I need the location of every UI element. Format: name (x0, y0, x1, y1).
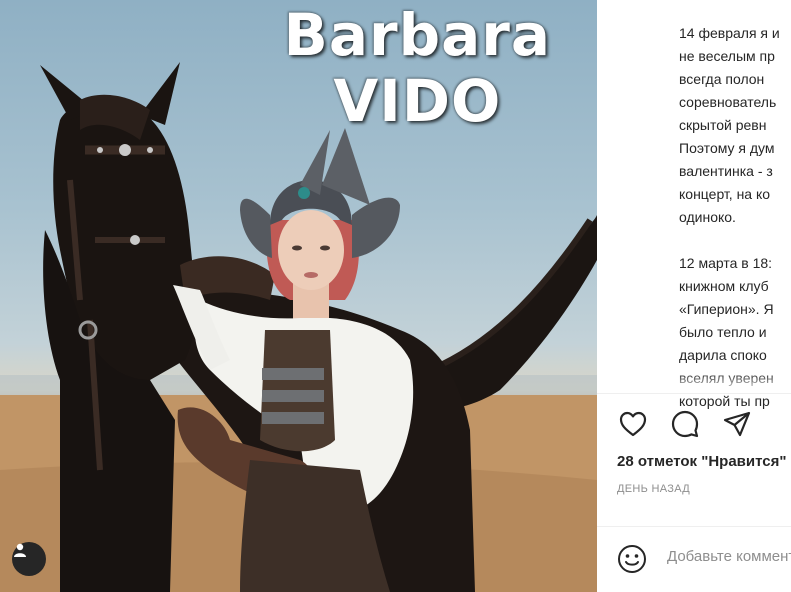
caption-line: дарила споко (679, 347, 767, 363)
post-caption: 14 февраля я и не веселым пр всегда поло… (679, 22, 791, 413)
divider (597, 393, 791, 394)
caption-line: Поэтому я дум (679, 140, 775, 156)
action-bar (617, 408, 753, 440)
user-tag-icon (14, 543, 26, 557)
like-button[interactable] (617, 408, 649, 440)
emoji-icon (618, 545, 646, 573)
comment-bar (597, 528, 791, 592)
user-tag-button[interactable] (12, 542, 46, 576)
caption-line: концерт, на ко (679, 186, 771, 202)
share-icon (723, 411, 751, 437)
photo-title-line1: Barbara (283, 1, 551, 69)
caption-line: 14 февраля я и (679, 25, 780, 41)
caption-line: скрытой ревн (679, 117, 767, 133)
share-button[interactable] (721, 408, 753, 440)
post-side-panel: 14 февраля я и не веселым пр всегда поло… (597, 0, 791, 592)
caption-line: не веселым пр (679, 48, 775, 64)
comment-input[interactable] (667, 548, 791, 565)
caption-line: валентинка - з (679, 163, 773, 179)
caption-line: одиноко. (679, 209, 736, 225)
post-photo[interactable]: Barbara VIDO (0, 0, 597, 592)
comment-icon (671, 410, 699, 438)
emoji-button[interactable] (617, 544, 647, 574)
caption-line: книжном клуб (679, 278, 769, 294)
post-timestamp[interactable]: ДЕНЬ НАЗАД (617, 483, 690, 495)
caption-line: было тепло и (679, 324, 767, 340)
caption-line: 12 марта в 18: (679, 255, 773, 271)
photo-title-line2: VIDO (333, 67, 502, 135)
photo-title: Barbara VIDO (284, 2, 551, 134)
heart-icon (619, 411, 647, 437)
caption-fade (597, 372, 791, 394)
caption-line: соревнователь (679, 94, 777, 110)
comment-button[interactable] (669, 408, 701, 440)
likes-count[interactable]: 28 отметок "Нравится" (617, 453, 786, 470)
caption-line: «Гиперион». Я (679, 301, 774, 317)
caption-line: всегда полон (679, 71, 765, 87)
divider (597, 526, 791, 527)
